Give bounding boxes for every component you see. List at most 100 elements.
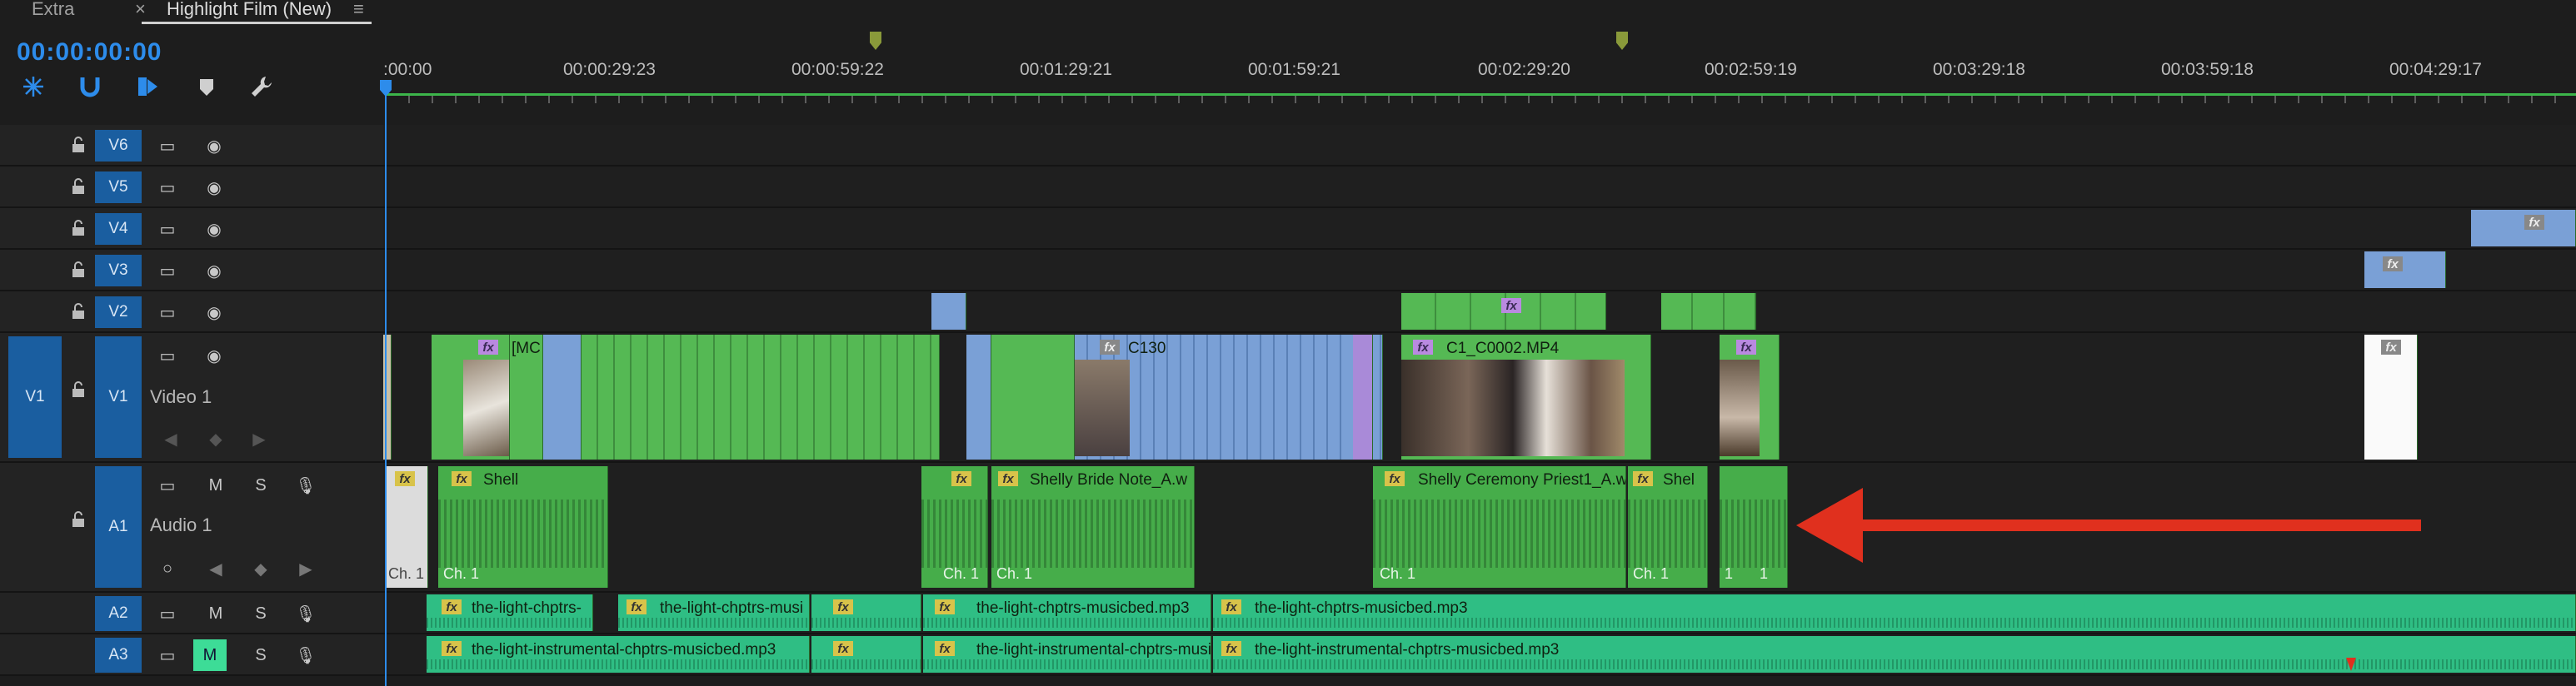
audio-clip[interactable]: fx Shel Ch. 1 <box>1628 466 1708 588</box>
eye-icon[interactable]: ◉ <box>202 300 227 325</box>
track-name[interactable]: V2 <box>95 296 142 328</box>
video-clip[interactable]: fx <box>432 335 510 460</box>
solo-button[interactable]: S <box>248 601 273 626</box>
microphone-icon[interactable]: 🎙 <box>293 643 318 668</box>
prev-keyframe-icon[interactable]: ◀ <box>203 556 228 581</box>
video-clip[interactable] <box>1661 293 1756 330</box>
tab-menu-icon[interactable]: ≡ <box>353 0 364 20</box>
audio-clip[interactable]: fx the-light-instrumental-chptrs-musicb <box>923 636 1211 673</box>
lock-icon[interactable] <box>70 303 87 320</box>
prev-keyframe-icon[interactable]: ◀ <box>158 426 183 451</box>
audio-clip[interactable]: fx <box>811 594 921 631</box>
track-lane[interactable]: fx the-light-instrumental-chptrs-musicbe… <box>383 634 2576 674</box>
sync-lock-icon[interactable]: ▭ <box>155 343 180 368</box>
audio-clip[interactable]: fx Ch. 1 <box>385 466 428 588</box>
next-keyframe-icon[interactable]: ▶ <box>247 426 272 451</box>
video-clip[interactable]: fx <box>2471 210 2576 246</box>
video-clip[interactable] <box>991 335 1075 460</box>
track-name[interactable]: A1 <box>95 466 142 588</box>
sync-lock-icon[interactable]: ▭ <box>155 473 180 498</box>
sync-lock-icon[interactable]: ▭ <box>155 601 180 626</box>
timeline-marker[interactable] <box>870 32 881 50</box>
track-lane[interactable]: fx <box>383 208 2576 248</box>
audio-clip[interactable]: 1 1 <box>1720 466 1788 588</box>
video-clip[interactable] <box>582 335 940 460</box>
lock-icon[interactable] <box>70 381 87 398</box>
tab-close-icon[interactable]: × <box>135 0 146 20</box>
audio-clip[interactable]: fx the-light-chptrs-musicbed.mp3 <box>923 594 1211 631</box>
video-clip[interactable] <box>543 335 582 460</box>
audio-clip[interactable]: fx <box>811 636 921 673</box>
add-marker-icon[interactable] <box>192 72 222 102</box>
track-lane[interactable]: fx the-light-chptrs- fx the-light-chptrs… <box>383 593 2576 633</box>
source-patch[interactable]: V1 <box>8 336 62 458</box>
playhead-line[interactable] <box>385 92 387 686</box>
video-clip[interactable] <box>966 335 991 460</box>
keyframe-icon[interactable]: ◆ <box>248 556 273 581</box>
eye-icon[interactable]: ◉ <box>202 133 227 158</box>
track-lane[interactable]: fx <box>383 250 2576 290</box>
playhead-timecode[interactable]: 00:00:00:00 <box>17 38 162 67</box>
audio-clip[interactable]: fx Shell Ch. 1 <box>438 466 608 588</box>
volume-icon[interactable]: ○ <box>155 556 180 581</box>
microphone-icon[interactable]: 🎙 <box>293 601 318 626</box>
insert-edit-icon[interactable] <box>133 72 163 102</box>
eye-icon[interactable]: ◉ <box>202 258 227 283</box>
video-clip[interactable] <box>1353 335 1373 460</box>
video-clip[interactable]: fx <box>1401 293 1606 330</box>
video-clip[interactable]: fx <box>2364 251 2446 288</box>
audio-clip[interactable]: fx the-light-chptrs-musi <box>618 594 810 631</box>
eye-icon[interactable]: ◉ <box>202 343 227 368</box>
audio-clip[interactable]: fx the-light-instrumental-chptrs-musicbe… <box>1213 636 2576 673</box>
audio-clip[interactable]: fx the-light-chptrs-musicbed.mp3 <box>1213 594 2576 631</box>
audio-clip[interactable]: fx Ch. 1 <box>921 466 988 588</box>
video-clip[interactable]: fx <box>2364 335 2418 460</box>
tab-extra[interactable]: Extra <box>32 0 74 20</box>
mute-button[interactable]: M <box>203 601 228 626</box>
solo-button[interactable]: S <box>248 643 273 668</box>
linked-selection-icon[interactable] <box>75 72 105 102</box>
next-keyframe-icon[interactable]: ▶ <box>293 556 318 581</box>
sync-lock-icon[interactable]: ▭ <box>155 258 180 283</box>
sync-lock-icon[interactable]: ▭ <box>155 300 180 325</box>
track-name[interactable]: V1 <box>95 336 142 458</box>
track-lane[interactable] <box>383 125 2576 165</box>
video-clip[interactable]: fx <box>1720 335 1780 460</box>
lock-icon[interactable] <box>70 137 87 153</box>
track-lane[interactable]: fx [MC fx C130 fx C1_C0002.MP4 fx fx <box>383 333 2576 461</box>
wrench-icon[interactable] <box>247 72 277 102</box>
track-name[interactable]: V6 <box>95 130 142 162</box>
video-clip[interactable] <box>931 293 966 330</box>
audio-clip[interactable]: fx Shelly Bride Note_A.w Ch. 1 <box>991 466 1195 588</box>
microphone-icon[interactable]: 🎙 <box>293 473 318 498</box>
track-lane[interactable]: fx <box>383 291 2576 331</box>
lock-icon[interactable] <box>70 261 87 278</box>
video-clip[interactable]: [MC <box>510 335 543 460</box>
track-name[interactable]: V5 <box>95 172 142 203</box>
snap-icon[interactable] <box>18 72 48 102</box>
sync-lock-icon[interactable]: ▭ <box>155 175 180 200</box>
sync-lock-icon[interactable]: ▭ <box>155 133 180 158</box>
track-lane[interactable] <box>383 167 2576 206</box>
track-name[interactable]: V4 <box>95 213 142 245</box>
lock-icon[interactable] <box>70 178 87 195</box>
audio-clip[interactable]: fx Shelly Ceremony Priest1_A.w Ch. 1 <box>1373 466 1626 588</box>
video-clip[interactable]: fx C1_C0002.MP4 <box>1401 335 1651 460</box>
solo-button[interactable]: S <box>248 473 273 498</box>
video-clip[interactable]: fx C130 <box>1075 335 1383 460</box>
mute-button[interactable]: M <box>203 473 228 498</box>
eye-icon[interactable]: ◉ <box>202 175 227 200</box>
eye-icon[interactable]: ◉ <box>202 216 227 241</box>
lock-icon[interactable] <box>70 220 87 236</box>
track-name[interactable]: A2 <box>95 596 142 631</box>
keyframe-icon[interactable]: ◆ <box>203 426 228 451</box>
mute-button[interactable]: M <box>193 639 227 671</box>
timeline-marker[interactable] <box>1616 32 1628 50</box>
track-name[interactable]: A3 <box>95 638 142 673</box>
sync-lock-icon[interactable]: ▭ <box>155 216 180 241</box>
work-area-bar[interactable] <box>385 93 2576 96</box>
tab-highlight-film[interactable]: Highlight Film (New) <box>167 0 332 20</box>
audio-clip[interactable]: fx the-light-instrumental-chptrs-musicbe… <box>427 636 810 673</box>
lock-icon[interactable] <box>70 511 87 528</box>
sync-lock-icon[interactable]: ▭ <box>155 643 180 668</box>
